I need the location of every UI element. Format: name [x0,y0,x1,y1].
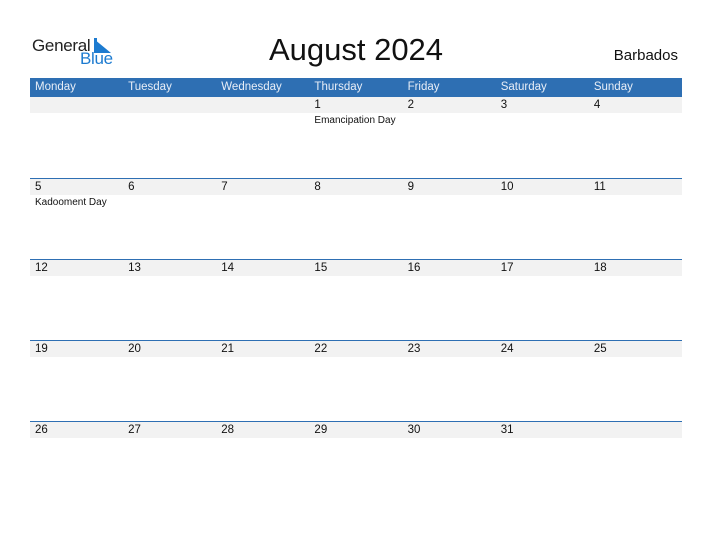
weekday-monday: Monday [35,81,76,93]
day-cell [123,97,217,178]
day-cell: 21 [216,341,310,421]
day-number: 30 [402,422,496,438]
day-number: 3 [495,97,589,113]
day-cell: 29 [309,422,403,502]
day-number [123,97,217,113]
weekday-sunday: Sunday [593,81,633,93]
day-cell: 6 [123,179,217,259]
calendar-grid: Monday Tuesday Wednesday Thursday Friday… [30,78,682,502]
day-number: 1 [309,97,403,113]
holiday-label: Emancipation Day [314,115,396,126]
day-cell: 14 [216,260,310,340]
day-number: 24 [495,341,589,357]
day-cell: 25 [588,341,682,421]
weekday-wednesday: Wednesday [221,81,282,93]
day-number: 13 [123,260,217,276]
day-cell: 19 [30,341,124,421]
week-row: 1 Emancipation Day 2 3 4 [30,97,682,178]
day-cell: 22 [309,341,403,421]
day-cell: 20 [123,341,217,421]
weekday-thursday: Thursday [314,81,363,93]
day-number: 14 [216,260,310,276]
day-cell: 12 [30,260,124,340]
day-cell: 2 [402,97,496,178]
weekday-friday: Friday [407,81,440,93]
day-cell: 4 [588,97,682,178]
day-cell: 13 [123,260,217,340]
day-number: 31 [495,422,589,438]
day-number: 10 [495,179,589,195]
day-number: 18 [588,260,682,276]
day-cell: 23 [402,341,496,421]
day-number: 9 [402,179,496,195]
day-number: 19 [30,341,124,357]
day-number: 11 [588,179,682,195]
weekday-header: Monday Tuesday Wednesday Thursday Friday… [30,78,682,97]
day-cell: 11 [588,179,682,259]
day-cell: 9 [402,179,496,259]
page-title: August 2024 [268,32,444,67]
day-number: 23 [402,341,496,357]
day-number: 15 [309,260,403,276]
day-cell: 26 [30,422,124,502]
day-number: 25 [588,341,682,357]
weekday-saturday: Saturday [500,81,547,93]
holiday-label: Kadooment Day [35,197,107,208]
week-row: 26 27 28 29 30 31 [30,421,682,502]
day-cell: 16 [402,260,496,340]
day-cell: 5 Kadooment Day [30,179,124,259]
day-cell: 18 [588,260,682,340]
day-number: 22 [309,341,403,357]
day-number: 29 [309,422,403,438]
weeks-container: 1 Emancipation Day 2 3 4 5 Kadooment Day 6 7 8 9 10… [30,97,682,502]
day-number: 27 [123,422,217,438]
day-cell: 1 Emancipation Day [309,97,403,178]
day-cell: 30 [402,422,496,502]
day-cell: 7 [216,179,310,259]
day-cell [30,97,124,178]
day-cell: 24 [495,341,589,421]
day-number: 16 [402,260,496,276]
day-cell: 28 [216,422,310,502]
day-number: 4 [588,97,682,113]
day-cell: 27 [123,422,217,502]
day-number [588,422,682,438]
day-number: 17 [495,260,589,276]
day-cell: 10 [495,179,589,259]
day-cell: 8 [309,179,403,259]
country-label: Barbados [613,47,678,64]
day-number: 26 [30,422,124,438]
day-cell: 3 [495,97,589,178]
day-number: 20 [123,341,217,357]
week-row: 12 13 14 15 16 17 18 [30,259,682,340]
day-number: 6 [123,179,217,195]
day-cell: 31 [495,422,589,502]
day-number [30,97,124,113]
day-cell: 17 [495,260,589,340]
weekday-tuesday: Tuesday [128,81,172,93]
day-cell [588,422,682,502]
day-number: 28 [216,422,310,438]
day-number: 21 [216,341,310,357]
day-number [216,97,310,113]
day-cell: 15 [309,260,403,340]
week-row: 19 20 21 22 23 24 25 [30,340,682,421]
week-row: 5 Kadooment Day 6 7 8 9 10 11 [30,178,682,259]
day-number: 8 [309,179,403,195]
day-number: 5 [30,179,124,195]
day-number: 7 [216,179,310,195]
day-number: 2 [402,97,496,113]
day-number: 12 [30,260,124,276]
day-cell [216,97,310,178]
